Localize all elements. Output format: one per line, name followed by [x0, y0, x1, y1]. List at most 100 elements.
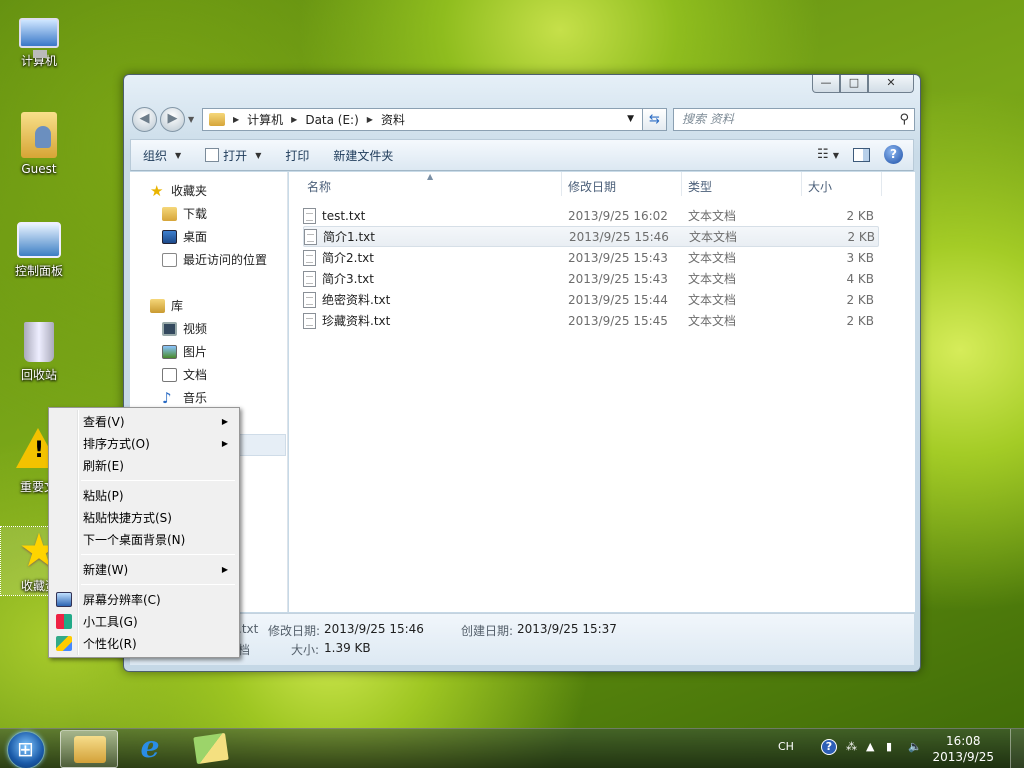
recent-places-icon [162, 252, 177, 267]
minimize-button[interactable]: — [812, 75, 840, 93]
submenu-arrow-icon: ▶ [221, 439, 228, 448]
menu-item-personalize[interactable]: 个性化(R) [52, 633, 236, 655]
desktop-context-menu: 查看(V) ▶ 排序方式(O) ▶ 刷新(E) 粘贴(P) 粘贴快捷方式(S) 下一… [48, 407, 240, 658]
column-divider[interactable] [561, 172, 562, 196]
show-desktop-button[interactable] [1010, 729, 1024, 768]
column-divider[interactable] [801, 172, 802, 196]
menu-item-paste-shortcut[interactable]: 粘贴快捷方式(S) [52, 507, 236, 529]
start-button[interactable] [7, 731, 45, 768]
preview-pane-icon[interactable] [853, 147, 870, 162]
desktop-icon-guest[interactable]: Guest [1, 112, 77, 176]
breadcrumb-arrow-icon[interactable]: ▶ [367, 115, 373, 124]
desktop-icon-recycle-bin[interactable]: 回收站 [1, 322, 77, 383]
file-row[interactable]: 珍藏资料.txt 2013/9/25 15:45 文本文档 2 KB [303, 310, 879, 331]
taskbar-app[interactable] [182, 730, 240, 768]
nav-item-videos[interactable]: 视频 [162, 320, 207, 337]
forward-button[interactable]: ▶ [160, 107, 185, 132]
clock[interactable]: 16:08 2013/9/25 [932, 733, 994, 765]
column-type[interactable]: 类型 [688, 178, 712, 195]
menu-item-refresh[interactable]: 刷新(E) [52, 455, 236, 477]
search-placeholder: 搜索 资料 [682, 112, 734, 126]
nav-libraries[interactable]: 库 [150, 297, 183, 314]
file-date: 2013/9/25 15:45 [568, 313, 668, 328]
detail-name: .txt [238, 622, 259, 636]
nav-item-recent[interactable]: 最近访问的位置 [162, 251, 267, 268]
menu-item-paste[interactable]: 粘贴(P) [52, 485, 236, 507]
nav-item-downloads[interactable]: 下载 [162, 205, 207, 222]
menu-item-view[interactable]: 查看(V) ▶ [52, 411, 236, 433]
menu-item-resolution[interactable]: 屏幕分辨率(C) [52, 589, 236, 611]
file-row[interactable]: test.txt 2013/9/25 16:02 文本文档 2 KB [303, 205, 879, 226]
taskbar: e CH ? ⁂ ▲ ▮ 🔈 16:08 2013/9/25 [0, 728, 1024, 768]
explorer-window[interactable]: — □ ✕ ◀ ▶ ▼ ▶ 计算机 ▶ Data (E:) ▶ 资料 ▼ ⇆ 搜… [123, 74, 921, 672]
help-tray-icon[interactable]: ? [821, 739, 837, 755]
menu-label: 屏幕分辨率(C) [83, 593, 161, 607]
history-dropdown-icon[interactable]: ▼ [188, 115, 194, 124]
desktop-icon-computer[interactable]: 计算机 [1, 10, 77, 69]
menu-item-gadgets[interactable]: 小工具(G) [52, 611, 236, 633]
file-name: test.txt [322, 208, 366, 223]
file-row[interactable]: 简介3.txt 2013/9/25 15:43 文本文档 4 KB [303, 268, 879, 289]
volume-icon[interactable]: 🔈 [908, 740, 922, 753]
clock-date: 2013/9/25 [932, 750, 994, 764]
print-button[interactable]: 打印 [285, 147, 309, 164]
breadcrumb-folder[interactable]: 资料 [381, 111, 405, 128]
language-indicator[interactable]: CH [778, 740, 794, 753]
menu-item-sort[interactable]: 排序方式(O) ▶ [52, 433, 236, 455]
detail-size-label: 大小: [291, 643, 320, 657]
search-input[interactable]: 搜索 资料 ⚲ [673, 108, 915, 131]
organize-button[interactable]: 组织 ▼ [143, 147, 181, 164]
nav-favorites[interactable]: ★ 收藏夹 [150, 182, 207, 199]
breadcrumb-arrow-icon[interactable]: ▶ [233, 115, 239, 124]
downloads-folder-icon [162, 206, 177, 221]
open-button[interactable]: 打开 ▼ [205, 147, 261, 164]
address-dropdown-icon[interactable]: ▼ [627, 114, 634, 124]
nav-libraries-label: 库 [171, 299, 184, 313]
taskbar-explorer[interactable] [60, 730, 118, 768]
file-row[interactable]: 简介2.txt 2013/9/25 15:43 文本文档 3 KB [303, 247, 879, 268]
nav-item-desktop[interactable]: 桌面 [162, 228, 207, 245]
nav-item-label: 下载 [183, 207, 208, 221]
new-folder-button[interactable]: 新建文件夹 [333, 147, 393, 164]
nav-item-documents[interactable]: 文档 [162, 366, 207, 383]
search-icon[interactable]: ⚲ [899, 109, 909, 130]
show-hidden-icons[interactable]: ▲ [866, 740, 874, 753]
maximize-button[interactable]: □ [840, 75, 868, 93]
column-name[interactable]: 名称 [307, 178, 331, 195]
input-options-icon[interactable]: ⁂ [846, 740, 857, 753]
help-icon[interactable]: ? [884, 145, 903, 164]
menu-item-next-background[interactable]: 下一个桌面背景(N) [52, 529, 236, 551]
file-row[interactable]: 简介1.txt 2013/9/25 15:46 文本文档 2 KB [303, 226, 879, 247]
refresh-button[interactable]: ⇆ [642, 108, 667, 131]
menu-item-new[interactable]: 新建(W) ▶ [52, 559, 236, 581]
nav-item-pictures[interactable]: 图片 [162, 343, 207, 360]
column-size[interactable]: 大小 [808, 178, 832, 195]
detail-created-value: 2013/9/25 15:37 [517, 622, 617, 636]
file-list[interactable]: ▲ 名称 修改日期 类型 大小 test.txt 2013/9/25 16:02… [289, 172, 915, 612]
back-button[interactable]: ◀ [132, 107, 157, 132]
column-divider[interactable] [881, 172, 882, 196]
column-divider[interactable] [681, 172, 682, 196]
file-row[interactable]: 绝密资料.txt 2013/9/25 15:44 文本文档 2 KB [303, 289, 879, 310]
taskbar-ie[interactable]: e [121, 730, 179, 768]
submenu-arrow-icon: ▶ [221, 565, 228, 574]
text-file-icon [303, 249, 316, 266]
breadcrumb-drive[interactable]: Data (E:) [305, 113, 358, 127]
close-button[interactable]: ✕ [868, 75, 914, 93]
change-view-icon[interactable]: ☷ ▼ [817, 147, 839, 162]
address-bar[interactable]: ▶ 计算机 ▶ Data (E:) ▶ 资料 ▼ [202, 108, 667, 131]
text-file-icon [304, 228, 317, 245]
file-date: 2013/9/25 15:43 [568, 271, 668, 286]
folder-icon [209, 113, 225, 126]
menu-label: 查看(V) [83, 415, 125, 429]
nav-item-music[interactable]: ♪ 音乐 [162, 389, 207, 406]
desktop-icon-control-panel[interactable]: 控制面板 [1, 222, 77, 279]
breadcrumb-computer[interactable]: 计算机 [247, 111, 283, 128]
document-icon [162, 367, 177, 382]
column-date[interactable]: 修改日期 [568, 178, 616, 195]
file-date: 2013/9/25 16:02 [568, 208, 668, 223]
network-icon[interactable]: ▮ [886, 740, 892, 753]
file-type: 文本文档 [688, 251, 737, 265]
details-pane: .txt 修改日期: 2013/9/25 15:46 创建日期: 2013/9/… [130, 613, 914, 665]
breadcrumb-arrow-icon[interactable]: ▶ [291, 115, 297, 124]
